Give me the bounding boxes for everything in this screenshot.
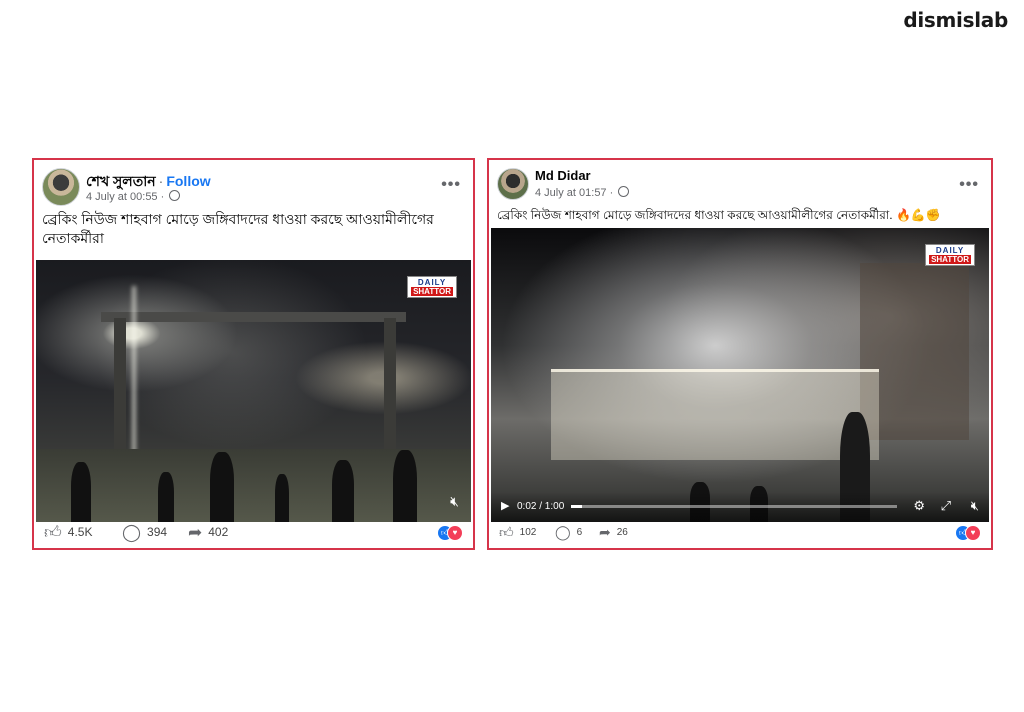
share-count: 402 <box>208 525 229 539</box>
post-meta: 4 July at 01:57 · <box>535 186 630 199</box>
watermark-line1: DAILY <box>935 246 965 255</box>
author-avatar[interactable] <box>497 168 529 200</box>
comment-count: 394 <box>147 525 168 539</box>
post-date[interactable]: 4 July at 01:57 <box>535 187 607 199</box>
post-caption: ব্রেকিং নিউজ শাহবাগ মোড়ে জঙ্গিবাদদের ধা… <box>42 211 434 246</box>
author-name[interactable]: শেখ সুলতান <box>86 173 156 189</box>
dismislab-logo: dismislab <box>903 8 1008 32</box>
scene-person <box>157 472 174 522</box>
fullscreen-icon[interactable]: ⤢ <box>941 498 951 514</box>
post-meta: 4 July at 00:55 · <box>86 190 181 203</box>
scene-storefront <box>550 369 880 461</box>
watermark-line2: SHATTOR <box>411 287 453 296</box>
share-count: 26 <box>616 526 628 538</box>
scene-person <box>392 450 417 522</box>
scene-light-beam <box>131 286 136 470</box>
like-count: 102 <box>519 526 537 538</box>
separator-dot: · <box>158 173 164 189</box>
scene-pillar <box>114 317 127 462</box>
reactions[interactable]: 👍︎ ♥ <box>437 525 465 541</box>
love-reaction-icon: ♥ <box>965 525 981 541</box>
post-actions: 👍︎ 4.5K ◯ 394 ➦ 402 👍︎ ♥ <box>42 520 465 544</box>
video-watermark: DAILY SHATTOR <box>925 244 975 266</box>
like-icon: 👍︎ <box>44 522 62 542</box>
video-time: 0:02 / 1:00 <box>517 501 565 512</box>
mute-icon[interactable]: 🔇︎ <box>450 493 459 510</box>
comment-icon: ◯ <box>555 524 571 540</box>
author-avatar[interactable] <box>42 168 80 206</box>
video-progress-bar[interactable] <box>571 505 897 508</box>
watermark-line2: SHATTOR <box>929 255 971 264</box>
post-caption: ব্রেকিং নিউজ শাহবাগ মোড়ে জঙ্গিবাদদের ধা… <box>497 208 941 222</box>
like-icon: 👍︎ <box>499 524 514 540</box>
video-frame <box>491 228 989 522</box>
video-progress-fill <box>571 505 582 508</box>
post-header: Md Didar 4 July at 01:57 · ••• <box>495 166 983 210</box>
share-icon: ➦ <box>599 524 611 540</box>
post-header: শেখ সুলতান · Follow 4 July at 00:55 · ••• <box>40 166 465 210</box>
scene-arch <box>101 312 406 323</box>
globe-icon <box>169 190 181 201</box>
comment-icon: ◯ <box>122 522 142 542</box>
more-icon[interactable]: ••• <box>441 176 461 194</box>
more-icon[interactable]: ••• <box>959 176 979 194</box>
author-name[interactable]: Md Didar <box>535 168 591 183</box>
scene-person <box>275 474 290 522</box>
scene-person <box>210 452 234 522</box>
like-count: 4.5K <box>67 525 93 539</box>
like-action[interactable]: 👍︎ 4.5K <box>44 520 92 544</box>
post-actions: 👍︎ 102 ◯ 6 ➦ 26 👍︎ ♥ <box>497 520 983 544</box>
globe-icon <box>618 186 630 197</box>
author-line: Md Didar <box>535 168 591 183</box>
watermark-line1: DAILY <box>417 278 447 287</box>
scene-pillar <box>384 317 396 462</box>
comment-action[interactable]: ◯ 6 <box>555 520 582 544</box>
scene-person <box>70 462 91 522</box>
video-controls: ▶ 0:02 / 1:00 ⚙ ⤢ 🔇︎ <box>491 492 989 522</box>
follow-button[interactable]: Follow <box>166 173 210 189</box>
post-date[interactable]: 4 July at 00:55 <box>86 191 158 203</box>
share-action[interactable]: ➦ 26 <box>599 520 628 544</box>
comment-count: 6 <box>576 526 583 538</box>
facebook-post-1: শেখ সুলতান · Follow 4 July at 00:55 · ••• … <box>32 158 475 550</box>
video-frame <box>36 260 471 522</box>
facebook-post-2: Md Didar 4 July at 01:57 · ••• ব্রেকিং ন… <box>487 158 993 550</box>
mute-icon[interactable]: 🔇︎ <box>971 498 979 514</box>
video-watermark: DAILY SHATTOR <box>407 276 457 298</box>
love-reaction-icon: ♥ <box>447 525 463 541</box>
comment-action[interactable]: ◯ 394 <box>122 520 167 544</box>
like-action[interactable]: 👍︎ 102 <box>499 520 536 544</box>
post-video[interactable]: DAILY SHATTOR ▶ 0:02 / 1:00 ⚙ ⤢ 🔇︎ <box>491 228 989 522</box>
scene-person <box>331 460 354 522</box>
reactions[interactable]: 👍︎ ♥ <box>955 525 983 541</box>
settings-icon[interactable]: ⚙ <box>913 498 925 514</box>
share-icon: ➦ <box>188 522 203 542</box>
post-video[interactable]: DAILY SHATTOR 🔇︎ <box>36 260 471 522</box>
play-icon[interactable]: ▶ <box>501 499 509 512</box>
share-action[interactable]: ➦ 402 <box>188 520 228 544</box>
